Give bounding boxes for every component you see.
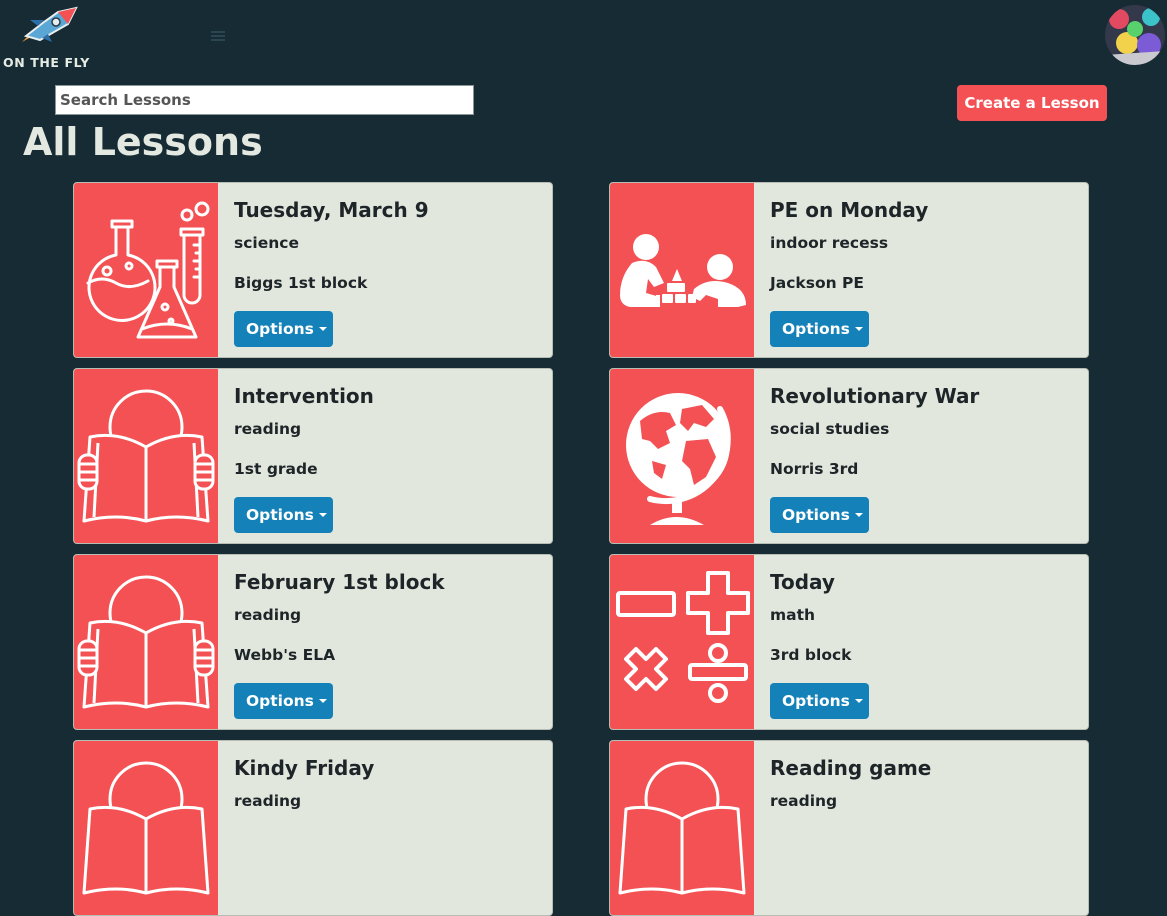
lesson-subject: math [770, 606, 816, 624]
lesson-card: Intervention reading 1st grade Options [73, 368, 553, 544]
lesson-class: Norris 3rd [770, 460, 859, 478]
lesson-title[interactable]: Today [770, 570, 835, 594]
options-dropdown-button[interactable]: Options [234, 683, 333, 719]
lesson-subject: indoor recess [770, 234, 889, 252]
options-label: Options [782, 320, 850, 338]
lesson-subject: reading [770, 792, 838, 810]
caret-down-icon [854, 513, 863, 517]
lesson-subject: reading [234, 420, 302, 438]
lesson-card: Revolutionary War social studies Norris … [609, 368, 1089, 544]
globe-icon [610, 369, 754, 543]
options-label: Options [246, 320, 314, 338]
lesson-title[interactable]: PE on Monday [770, 198, 928, 222]
lesson-subject: science [234, 234, 299, 252]
user-avatar[interactable] [1105, 5, 1165, 65]
rocket-icon [22, 6, 78, 42]
reading-book-icon [74, 741, 218, 915]
lesson-class: Webb's ELA [234, 646, 336, 664]
reading-book-icon [74, 555, 218, 729]
options-dropdown-button[interactable]: Options [770, 311, 869, 347]
science-flasks-icon [74, 183, 218, 357]
caret-down-icon [854, 699, 863, 703]
lesson-class: 3rd block [770, 646, 852, 664]
lesson-title[interactable]: Reading game [770, 756, 931, 780]
caret-down-icon [318, 327, 327, 331]
math-symbols-icon [610, 555, 754, 729]
hamburger-icon[interactable] [211, 31, 225, 43]
page-title: All Lessons [23, 120, 263, 164]
options-label: Options [782, 506, 850, 524]
lesson-class: Jackson PE [770, 274, 864, 292]
lesson-subject: reading [234, 792, 302, 810]
lesson-class: Biggs 1st block [234, 274, 368, 292]
brand-logo[interactable]: ON THE FLY [0, 6, 100, 70]
reading-book-icon [610, 741, 754, 915]
kids-playing-blocks-icon [610, 183, 754, 357]
lesson-title[interactable]: Revolutionary War [770, 384, 979, 408]
lesson-card: Reading game reading [609, 740, 1089, 916]
lesson-title[interactable]: February 1st block [234, 570, 445, 594]
lesson-card: Tuesday, March 9 science Biggs 1st block… [73, 182, 553, 358]
options-dropdown-button[interactable]: Options [770, 683, 869, 719]
lesson-title[interactable]: Intervention [234, 384, 374, 408]
create-lesson-button[interactable]: Create a Lesson [957, 85, 1107, 121]
caret-down-icon [318, 699, 327, 703]
brand-name: ON THE FLY [3, 55, 90, 70]
lesson-card: PE on Monday indoor recess Jackson PE Op… [609, 182, 1089, 358]
options-label: Options [782, 692, 850, 710]
options-dropdown-button[interactable]: Options [234, 311, 333, 347]
search-input[interactable] [55, 85, 474, 115]
lesson-card: Kindy Friday reading [73, 740, 553, 916]
lesson-card: February 1st block reading Webb's ELA Op… [73, 554, 553, 730]
reading-book-icon [74, 369, 218, 543]
lesson-class: 1st grade [234, 460, 318, 478]
lesson-card: Today math 3rd block Options [609, 554, 1089, 730]
options-label: Options [246, 506, 314, 524]
options-label: Options [246, 692, 314, 710]
options-dropdown-button[interactable]: Options [770, 497, 869, 533]
options-dropdown-button[interactable]: Options [234, 497, 333, 533]
caret-down-icon [318, 513, 327, 517]
lesson-title[interactable]: Tuesday, March 9 [234, 198, 429, 222]
caret-down-icon [854, 327, 863, 331]
lesson-subject: reading [234, 606, 302, 624]
lesson-subject: social studies [770, 420, 890, 438]
lesson-title[interactable]: Kindy Friday [234, 756, 374, 780]
